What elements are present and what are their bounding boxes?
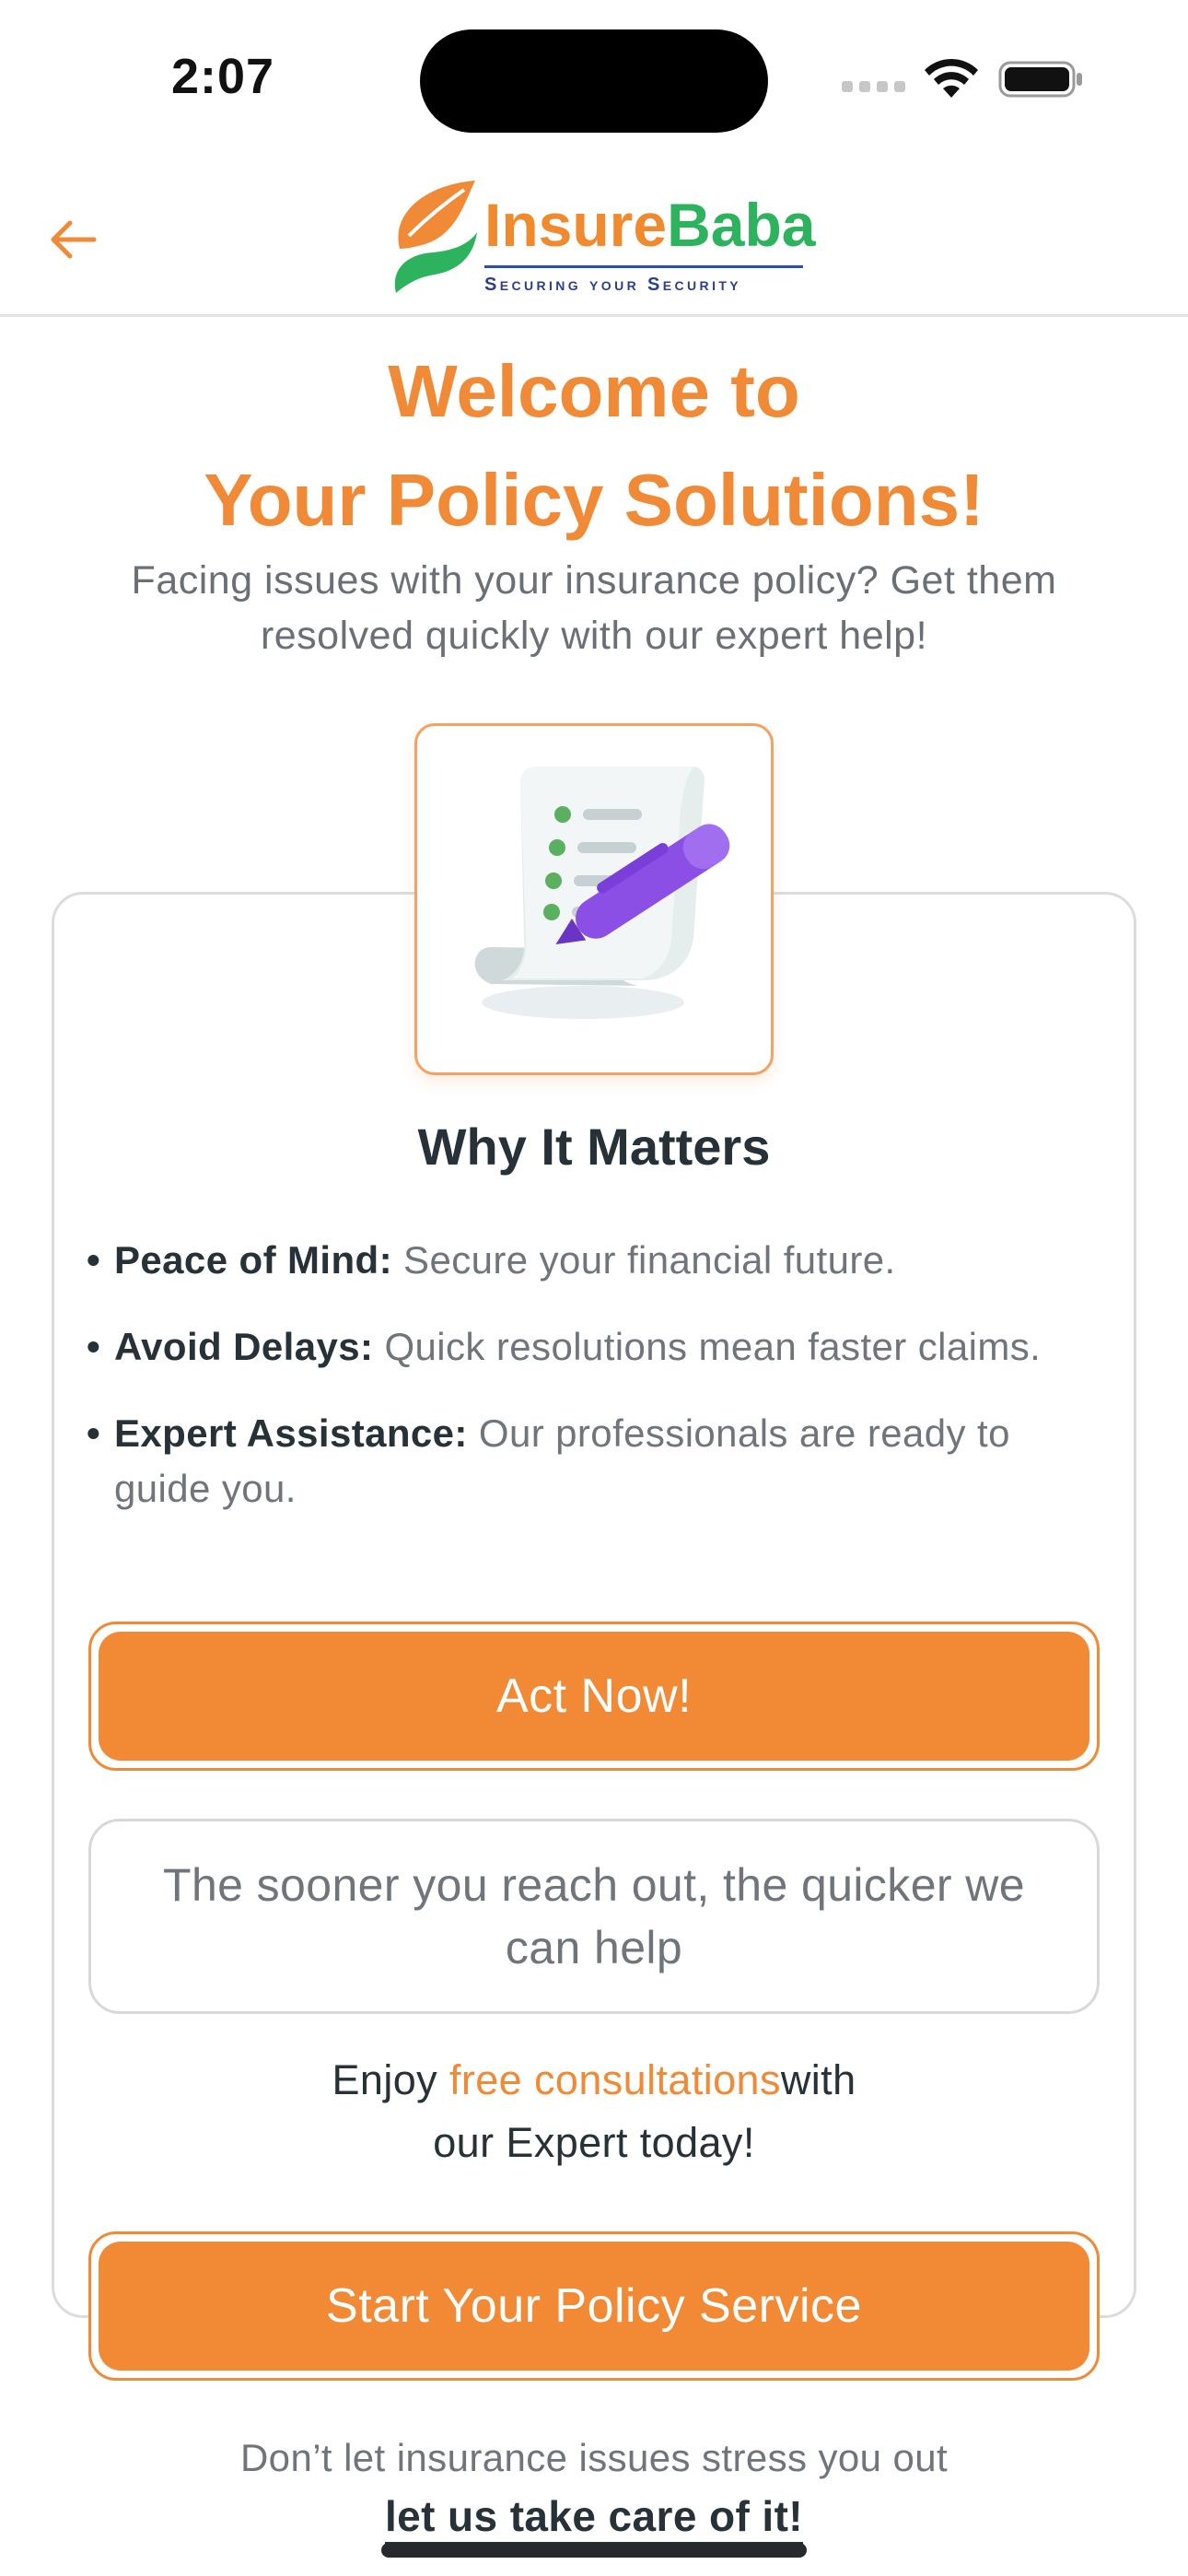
app-header: InsureBaba Securing your Security bbox=[0, 147, 1188, 317]
benefit-label: Peace of Mind: bbox=[114, 1238, 392, 1282]
logo-divider bbox=[484, 265, 803, 268]
benefit-item: • Peace of Mind: Secure your financial fu… bbox=[87, 1238, 896, 1282]
status-time: 2:07 bbox=[171, 49, 275, 104]
signal-icon bbox=[842, 81, 906, 94]
leaf-hand-icon bbox=[394, 181, 477, 293]
battery-icon bbox=[998, 61, 1082, 98]
benefit-label: Expert Assistance: bbox=[114, 1411, 468, 1455]
arrow-left-icon[interactable] bbox=[44, 206, 111, 273]
act-now-button[interactable]: Act Now! bbox=[88, 1622, 1100, 1771]
footer-cta-link[interactable]: let us take care of it! bbox=[0, 2491, 1188, 2546]
benefit-list: • Peace of Mind: Secure your financial fu… bbox=[87, 1233, 1063, 1548]
consultation-text: Enjoy free consultationswith our Expert … bbox=[332, 2056, 856, 2166]
benefit-text: Secure your financial future. bbox=[391, 1238, 896, 1282]
benefit-text: Quick resolutions mean faster claims. bbox=[373, 1325, 1042, 1368]
benefit-item: • Expert Assistance: Our professionals ar… bbox=[87, 1411, 1010, 1510]
brand-logo: InsureBaba Securing your Security bbox=[381, 175, 816, 295]
logo-tagline: Securing your Security bbox=[484, 275, 742, 295]
hero-subtitle: Facing issues with your insurance policy… bbox=[131, 558, 1057, 658]
logo-wordmark: InsureBaba bbox=[484, 191, 816, 259]
start-policy-service-label: Start Your Policy Service bbox=[99, 2242, 1089, 2371]
benefit-label: Avoid Delays: bbox=[114, 1325, 374, 1368]
home-indicator bbox=[381, 2543, 807, 2558]
policy-illustration bbox=[414, 723, 774, 1075]
hero-title: Welcome to Your Policy Solutions! bbox=[204, 350, 984, 541]
document-with-pen-icon bbox=[474, 767, 730, 1019]
dynamic-island bbox=[420, 29, 768, 133]
wifi-icon bbox=[925, 58, 978, 98]
callout-message: The sooner you reach out, the quicker we… bbox=[88, 1819, 1100, 2014]
footer-note: Don’t let insurance issues stress you ou… bbox=[239, 2436, 949, 2479]
section-title: Why It Matters bbox=[417, 1118, 771, 1176]
status-bar: 2:07 bbox=[0, 0, 1188, 147]
free-consultations-highlight: free consultations bbox=[448, 2056, 781, 2103]
act-now-label: Act Now! bbox=[99, 1632, 1089, 1761]
benefit-item: • Avoid Delays: Quick resolutions mean fa… bbox=[87, 1325, 1042, 1368]
start-policy-service-button[interactable]: Start Your Policy Service bbox=[88, 2231, 1100, 2381]
